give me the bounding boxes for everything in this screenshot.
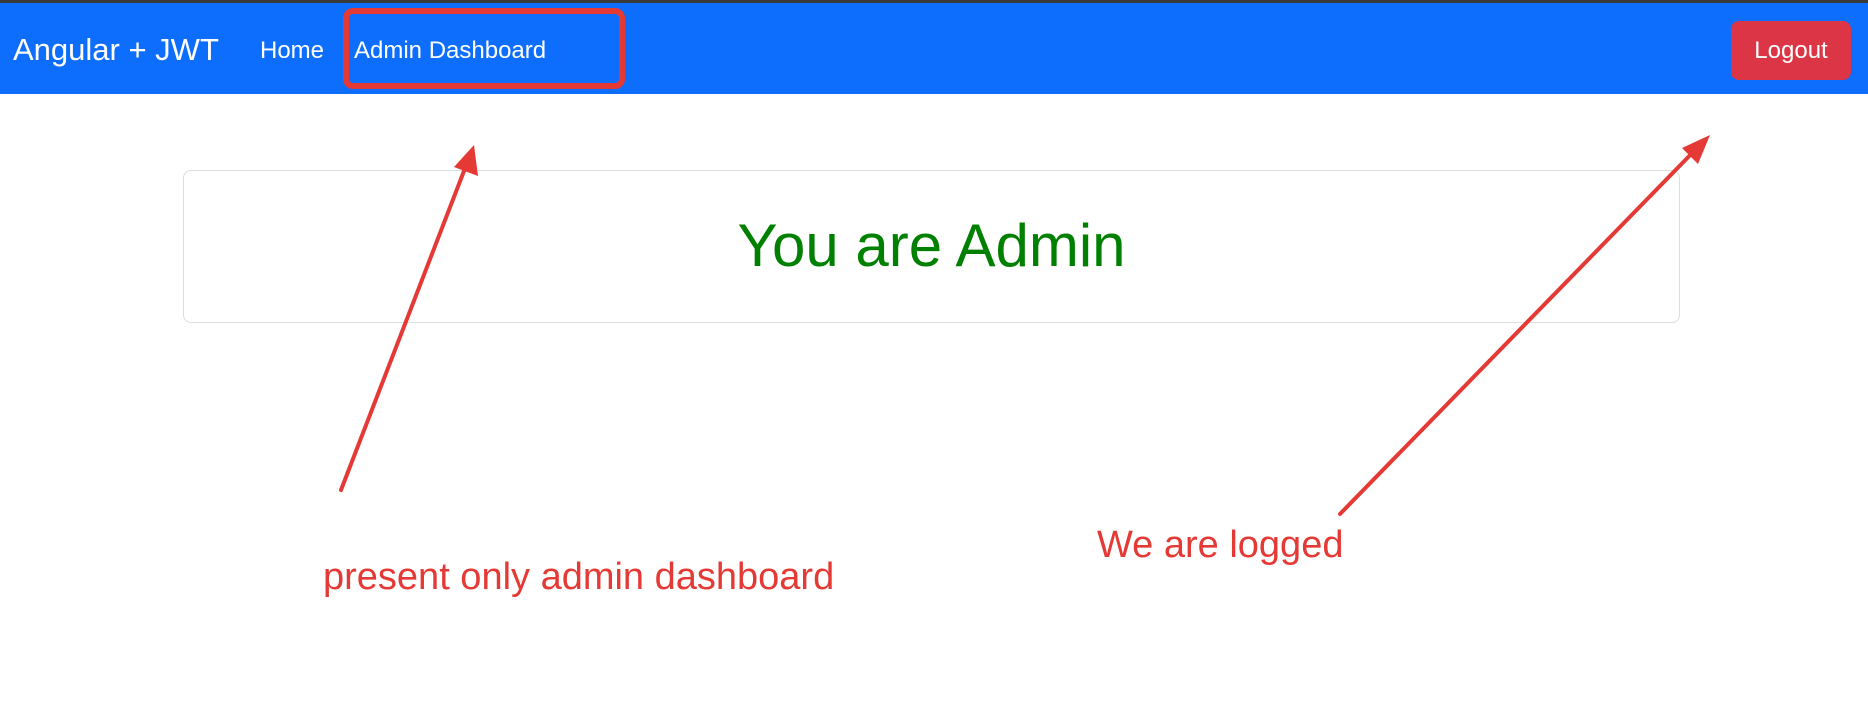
- nav-link-home[interactable]: Home: [260, 36, 324, 66]
- annotation-arrows: [339, 135, 1710, 516]
- annotation-arrow-logged-head: [1682, 135, 1710, 164]
- annotation-label-admin: present only admin dashboard: [323, 556, 835, 598]
- logout-button[interactable]: Logout: [1731, 21, 1851, 80]
- card-title: You are Admin: [737, 212, 1126, 279]
- navbar-brand[interactable]: Angular + JWT: [13, 32, 219, 68]
- navbar: Angular + JWT Home Admin Dashboard Logou…: [0, 3, 1868, 94]
- annotation-highlight-box: [343, 8, 625, 89]
- annotation-label-logged: We are logged: [1097, 524, 1344, 566]
- admin-card: You are Admin: [183, 170, 1680, 323]
- page: Angular + JWT Home Admin Dashboard Logou…: [0, 0, 1868, 720]
